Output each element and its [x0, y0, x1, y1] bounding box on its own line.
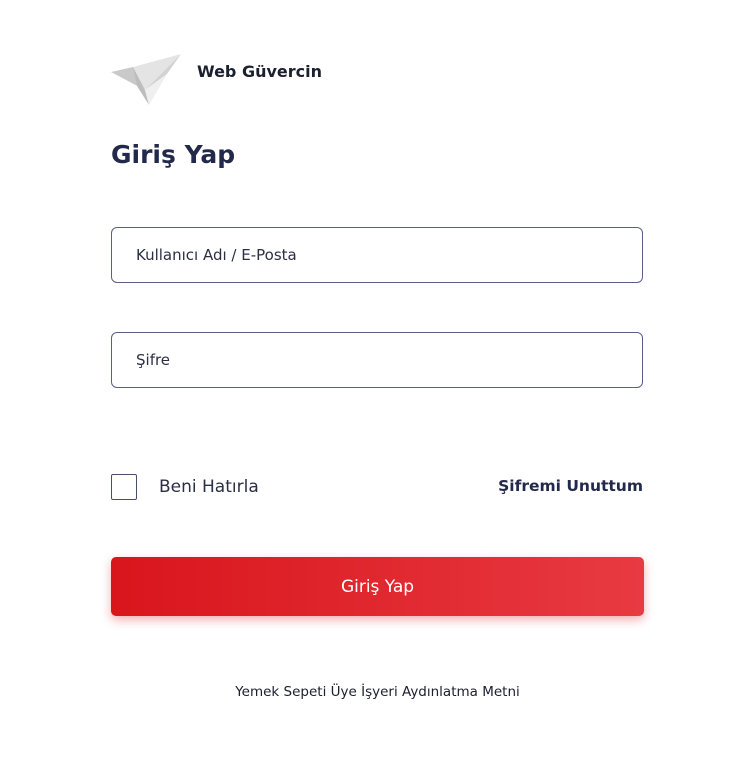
page-title: Giriş Yap — [111, 140, 236, 169]
login-page: Web Güvercin Giriş Yap Beni Hatırla Şifr… — [0, 0, 745, 774]
login-button[interactable]: Giriş Yap — [111, 557, 644, 616]
username-input[interactable] — [112, 228, 642, 282]
brand-header: Web Güvercin — [111, 50, 322, 106]
username-field[interactable] — [111, 227, 643, 283]
privacy-notice-link[interactable]: Yemek Sepeti Üye İşyeri Aydınlatma Metni — [0, 684, 745, 700]
pigeon-logo-icon — [111, 54, 181, 105]
remember-label: Beni Hatırla — [159, 477, 259, 497]
remember-me[interactable]: Beni Hatırla — [111, 474, 259, 500]
remember-checkbox[interactable] — [111, 474, 137, 500]
forgot-password-link[interactable]: Şifremi Unuttum — [498, 477, 643, 495]
brand-name: Web Güvercin — [197, 62, 323, 81]
password-field[interactable] — [111, 332, 643, 388]
password-input[interactable] — [112, 333, 642, 387]
